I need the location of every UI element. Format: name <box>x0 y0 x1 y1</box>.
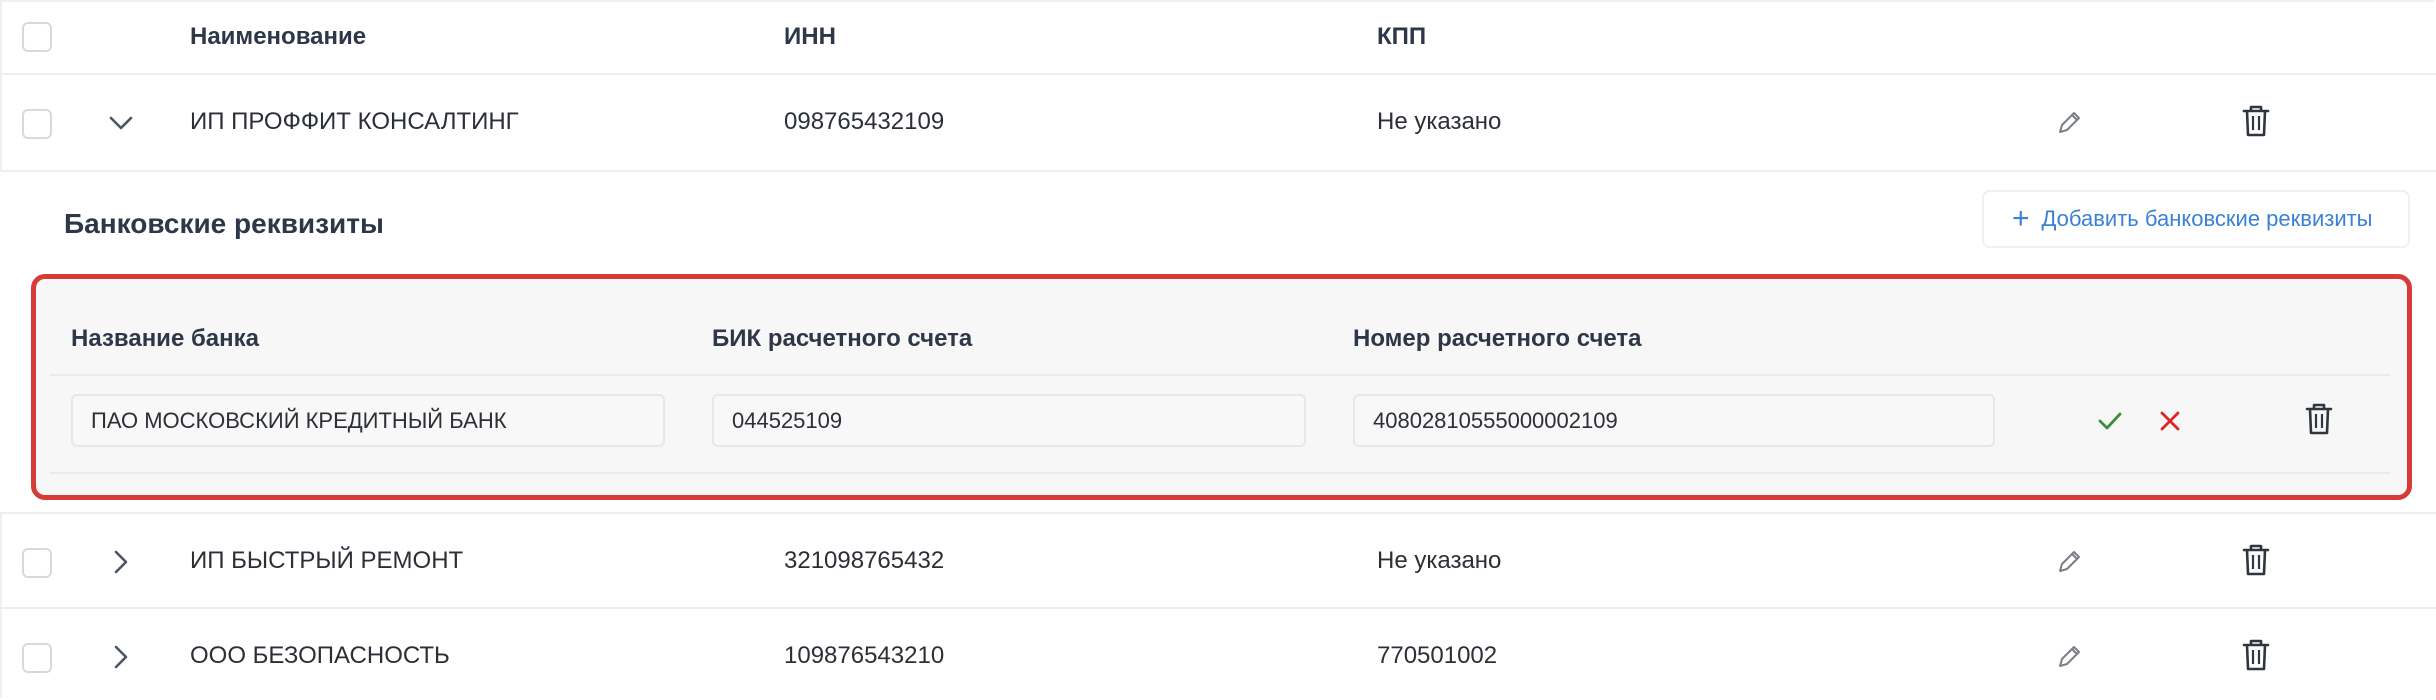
row-checkbox[interactable] <box>22 643 52 673</box>
company-inn: 109876543210 <box>784 642 945 669</box>
bank-name-column-header: Название банка <box>71 325 259 352</box>
checkmark-icon[interactable] <box>2091 402 2129 440</box>
company-inn: 321098765432 <box>784 547 945 574</box>
header-inn: ИНН <box>784 23 836 50</box>
table-row: ООО БЕЗОПАСНОСТЬ 109876543210 770501002 <box>0 609 2436 700</box>
close-icon[interactable] <box>2151 402 2189 440</box>
pencil-icon[interactable] <box>2049 542 2089 582</box>
company-inn: 098765432109 <box>784 108 945 135</box>
company-name: ИП БЫСТРЫЙ РЕМОНТ <box>190 547 464 574</box>
chevron-down-icon[interactable] <box>104 106 138 140</box>
bik-column-header: БИК расчетного счета <box>712 325 973 352</box>
trash-icon[interactable] <box>2236 635 2276 675</box>
company-name: ООО БЕЗОПАСНОСТЬ <box>190 642 450 669</box>
row-checkbox[interactable] <box>22 548 52 578</box>
pencil-icon[interactable] <box>2049 637 2089 677</box>
trash-icon[interactable] <box>2236 540 2276 580</box>
account-number-column-header: Номер расчетного счета <box>1353 325 1642 352</box>
row-checkbox[interactable] <box>22 109 52 139</box>
table-row: ИП ПРОФФИТ КОНСАЛТИНГ 098765432109 Не ук… <box>0 75 2436 172</box>
header-name: Наименование <box>190 23 367 50</box>
trash-icon[interactable] <box>2236 101 2276 141</box>
bank-section-title: Банковские реквизиты <box>64 208 384 239</box>
pencil-icon[interactable] <box>2049 103 2089 143</box>
bank-details-edit-panel: Название банка БИК расчетного счета Номе… <box>31 274 2412 500</box>
header-kpp: КПП <box>1377 23 1427 50</box>
bank-divider-bottom <box>50 472 2390 474</box>
company-kpp: 770501002 <box>1377 642 1498 669</box>
bank-divider-top <box>50 374 2390 376</box>
account-number-input[interactable]: 40802810555000002109 <box>1353 394 1995 447</box>
company-kpp: Не указано <box>1377 547 1502 574</box>
chevron-right-icon[interactable] <box>104 545 138 579</box>
table-row: ИП БЫСТРЫЙ РЕМОНТ 321098765432 Не указан… <box>0 512 2436 609</box>
add-bank-details-button[interactable]: + Добавить банковские реквизиты <box>1982 190 2410 248</box>
trash-icon[interactable] <box>2299 399 2339 439</box>
bank-name-input[interactable]: ПАО МОСКОВСКИЙ КРЕДИТНЫЙ БАНК <box>71 394 665 447</box>
select-all-checkbox[interactable] <box>22 22 52 52</box>
chevron-right-icon[interactable] <box>104 640 138 674</box>
company-kpp: Не указано <box>1377 108 1502 135</box>
bik-input[interactable]: 044525109 <box>712 394 1306 447</box>
table-header-row: Наименование ИНН КПП <box>0 0 2436 75</box>
page: Наименование ИНН КПП ИП ПРОФФИТ КОНСАЛТИ… <box>0 0 2436 700</box>
company-name: ИП ПРОФФИТ КОНСАЛТИНГ <box>190 108 519 135</box>
plus-icon: + <box>2012 202 2030 235</box>
add-bank-details-label: Добавить банковские реквизиты <box>2041 206 2373 231</box>
bank-details-section: Банковские реквизиты + Добавить банковск… <box>0 172 2436 512</box>
